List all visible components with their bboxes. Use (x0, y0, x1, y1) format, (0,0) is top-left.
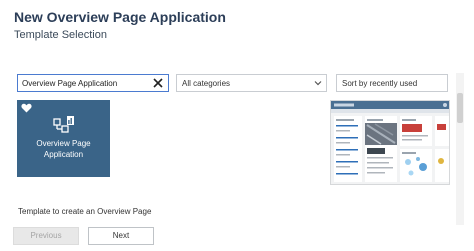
sort-selected-value: Sort by recently used (342, 79, 418, 88)
next-button[interactable]: Next (88, 227, 154, 245)
preview-thumbnail (331, 101, 449, 184)
sort-dropdown[interactable]: Sort by recently used (336, 74, 448, 92)
category-dropdown[interactable]: All categories (176, 74, 327, 92)
search-field[interactable] (17, 74, 169, 92)
chevron-down-icon (314, 81, 322, 86)
template-tile-label-line2: Application (43, 150, 84, 159)
page-title: New Overview Page Application (14, 9, 226, 25)
overview-page-icon (53, 116, 74, 133)
heart-icon[interactable] (21, 103, 32, 113)
template-preview-image (330, 100, 450, 185)
search-input[interactable] (18, 75, 150, 91)
previous-button[interactable]: Previous (13, 227, 79, 245)
category-selected-value: All categories (182, 79, 231, 88)
template-tile-label: Overview Page Application (17, 138, 110, 160)
template-tile-label-line1: Overview Page (36, 139, 91, 148)
close-icon[interactable] (151, 76, 165, 90)
scrollbar-thumb[interactable] (457, 93, 463, 123)
template-description: Template to create an Overview Page (18, 207, 152, 216)
template-tile-overview-page[interactable]: Overview Page Application (17, 100, 110, 177)
page-subtitle: Template Selection (14, 29, 107, 41)
vertical-scrollbar[interactable] (456, 73, 464, 225)
